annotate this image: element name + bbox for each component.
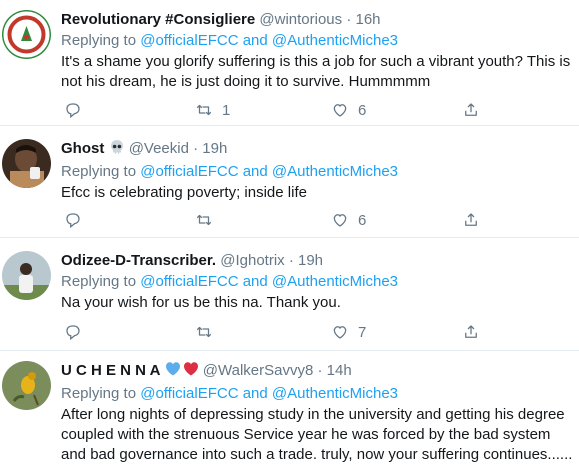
reply-button[interactable] [64,210,82,230]
handle[interactable]: @wintorious [259,11,342,28]
timestamp[interactable]: 14h [327,362,352,379]
mention-link[interactable]: @AuthenticMiche3 [272,163,398,180]
skull-emoji [109,139,125,161]
tweet-text: After long nights of depressing study in… [61,406,573,463]
separator: · [317,362,323,379]
tweet[interactable]: Revolutionary #Consigliere @wintorious ·… [0,0,579,126]
mention-link[interactable]: @officialEFCC [140,163,238,180]
display-name[interactable]: Revolutionary #Consigliere [61,11,255,28]
timestamp[interactable]: 19h [298,252,323,269]
mention-link[interactable]: @officialEFCC [140,385,238,402]
like-count: 6 [358,211,367,229]
like-count: 6 [358,101,367,119]
reply-button[interactable] [64,100,82,120]
share-icon [465,103,477,116]
share-icon [465,325,477,338]
mention-link[interactable]: @officialEFCC [140,273,238,290]
like-button[interactable]: 7 [331,322,366,342]
like-count: 7 [358,323,367,341]
retweet-icon [196,104,212,116]
heart-icon [333,326,347,339]
reply-icon [66,103,80,119]
reply-icon [66,325,80,341]
avatar[interactable] [2,251,51,300]
tweet[interactable]: U C H E N N A @WalkerSavvy8 · 14h Replyi… [0,351,579,465]
replying-to: Replying to @officialEFCC and @Authentic… [61,163,399,180]
retweet-button[interactable] [195,322,222,342]
like-button[interactable]: 6 [331,210,366,230]
display-name[interactable]: Ghost [61,140,104,157]
avatar[interactable] [2,361,51,410]
avatar[interactable] [2,10,51,59]
share-button[interactable] [462,100,480,120]
display-name[interactable]: U C H E N N A [61,362,160,379]
tweet-text: It's a shame you glorify suffering is th… [61,53,571,90]
handle[interactable]: @WalkerSavvy8 [203,362,314,379]
retweet-icon [196,214,212,226]
handle[interactable]: @Ighotrix [220,252,284,269]
mention-link[interactable]: @officialEFCC [140,32,238,49]
mention-link[interactable]: @AuthenticMiche3 [272,273,398,290]
tweet[interactable]: Odizee-D-Transcriber. @Ighotrix · 19h Re… [0,238,579,351]
like-button[interactable]: 6 [331,100,366,120]
share-button[interactable] [462,210,480,230]
share-button[interactable] [462,322,480,342]
tweet-text: Na your wish for us be this na. Thank yo… [61,294,341,311]
separator: · [346,11,352,28]
avatar[interactable] [2,139,51,188]
reply-icon [66,213,80,229]
separator: · [288,252,294,269]
tweet-text: Efcc is celebrating poverty; inside life [61,184,307,201]
handle[interactable]: @Veekid [129,140,189,157]
heart-icon [333,214,347,227]
retweet-icon [196,326,212,338]
retweet-count: 1 [222,101,231,119]
timestamp[interactable]: 19h [202,140,227,157]
retweet-button[interactable]: 1 [195,100,230,120]
replying-to: Replying to @officialEFCC and @Authentic… [61,273,399,290]
mention-link[interactable]: @AuthenticMiche3 [272,32,398,49]
replying-to: Replying to @officialEFCC and @Authentic… [61,385,399,402]
timestamp[interactable]: 16h [356,11,381,28]
replying-to: Replying to @officialEFCC and @Authentic… [61,32,399,49]
separator: · [193,140,199,157]
display-name[interactable]: Odizee-D-Transcriber. [61,252,216,269]
blue-heart-red-heart-emoji [165,361,199,383]
heart-icon [333,104,347,117]
reply-button[interactable] [64,322,82,342]
share-icon [465,213,477,226]
mention-link[interactable]: @AuthenticMiche3 [272,385,398,402]
retweet-button[interactable] [195,210,222,230]
tweet[interactable]: Ghost @Veekid · 19h Replying to @officia… [0,126,579,238]
